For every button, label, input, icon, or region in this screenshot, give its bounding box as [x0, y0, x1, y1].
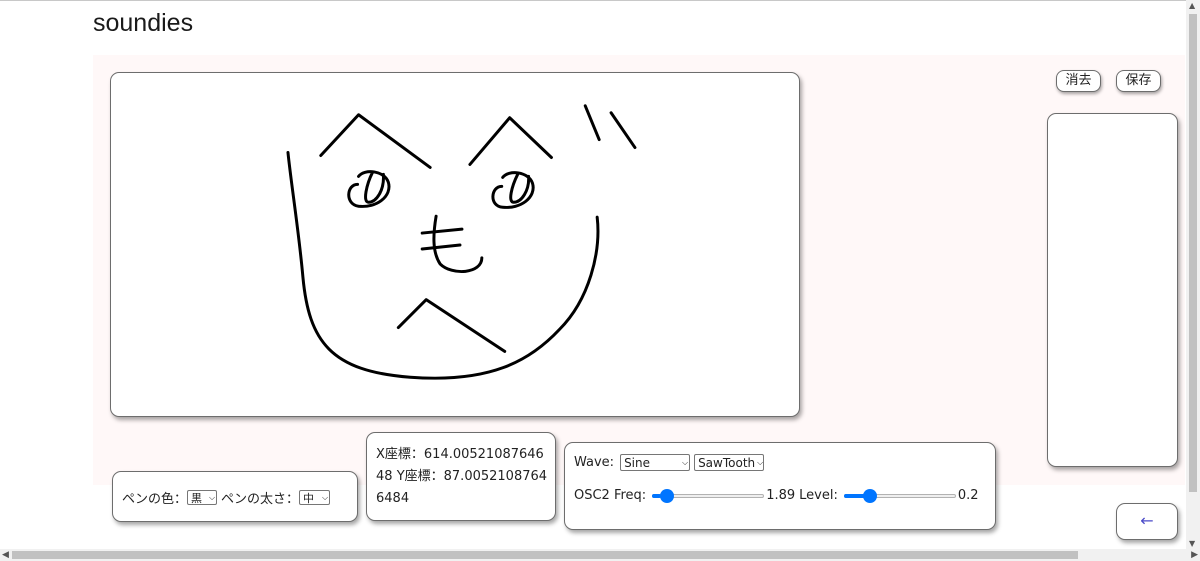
scroll-right-icon[interactable]: ▶ — [1191, 549, 1198, 561]
slider-thumb[interactable] — [863, 488, 878, 503]
osc2-wave-value: SawTooth — [698, 455, 756, 470]
level-label: Level: — [799, 488, 838, 503]
pen-width-value: 中 — [303, 491, 315, 505]
app-title: soundies — [93, 9, 194, 37]
drawing-canvas[interactable] — [110, 72, 800, 417]
scroll-up-icon[interactable]: ▲ — [1189, 1, 1195, 10]
save-button[interactable]: 保存 — [1116, 70, 1161, 92]
chevron-down-icon: ⌵ — [321, 492, 329, 502]
slider-thumb[interactable] — [660, 488, 675, 503]
x-coord-label: X座標： — [376, 447, 424, 462]
pen-color-value: 黒 — [191, 491, 203, 505]
clear-button[interactable]: 消去 — [1056, 70, 1101, 92]
pen-width-select[interactable]: 中 ⌵ — [299, 490, 331, 505]
wave-row: Wave: Sine ⌵ SawTooth ⌵ — [574, 454, 765, 471]
vertical-scrollbar[interactable]: ▲ ▼ — [1186, 0, 1200, 549]
scroll-down-icon[interactable]: ▼ — [1189, 539, 1195, 548]
osc1-wave-select[interactable]: Sine ⌵ — [620, 454, 691, 471]
pen-color-label: ペンの色： — [122, 492, 188, 507]
chevron-down-icon: ⌵ — [681, 457, 689, 467]
saved-drawings-panel — [1047, 113, 1178, 467]
stroke-mouth — [396, 298, 507, 353]
horizontal-scrollbar[interactable]: ◀ ▶ — [0, 549, 1200, 561]
scroll-left-icon[interactable]: ◀ — [2, 549, 9, 561]
stroke-nose-bar-2 — [420, 243, 462, 251]
coordinate-readout: X座標：614.0052108764648 Y座標：87.00521087646… — [376, 444, 551, 510]
stroke-left-brow — [319, 113, 432, 169]
stroke-left-eye — [347, 170, 391, 208]
osc2-freq-label: OSC2 Freq: — [574, 488, 647, 503]
stroke-tuft-1 — [583, 104, 601, 142]
osc2-freq-slider[interactable] — [652, 488, 765, 503]
pen-settings-row: ペンの色： 黒 ⌵ ペンの太さ： 中 ⌵ — [122, 488, 331, 507]
wave-label: Wave: — [574, 455, 615, 470]
level-slider[interactable] — [843, 488, 956, 503]
stroke-tuft-2 — [609, 111, 637, 150]
chevron-down-icon: ⌵ — [208, 492, 216, 502]
y-coord-label: Y座標： — [396, 469, 444, 484]
vertical-scroll-thumb[interactable] — [1189, 14, 1197, 492]
stroke-right-eye — [491, 171, 535, 209]
arrow-left-icon: ← — [1140, 511, 1154, 530]
pen-width-label: ペンの太さ： — [221, 492, 300, 507]
osc2-freq-value: 1.89 — [766, 488, 796, 503]
osc2-wave-select[interactable]: SawTooth ⌵ — [694, 454, 765, 471]
stroke-nose-bar-1 — [420, 227, 464, 235]
synth-panel: Wave: Sine ⌵ SawTooth ⌵ OSC2 Freq: 1.89 … — [564, 442, 996, 530]
stroke-right-brow — [468, 116, 553, 166]
osc1-wave-value: Sine — [624, 455, 651, 470]
pen-color-select[interactable]: 黒 ⌵ — [187, 490, 218, 505]
back-button[interactable]: ← — [1116, 503, 1178, 540]
level-value: 0.2 — [957, 488, 979, 503]
osc2-row: OSC2 Freq: 1.89 Level: 0.2 — [574, 488, 979, 503]
pen-settings-panel: ペンの色： 黒 ⌵ ペンの太さ： 中 ⌵ — [112, 471, 358, 522]
drawing-strokes — [286, 104, 637, 380]
horizontal-scroll-thumb[interactable] — [12, 551, 1078, 559]
chevron-down-icon: ⌵ — [757, 457, 764, 467]
window-top-border — [0, 0, 1200, 1]
coordinate-panel: X座標：614.0052108764648 Y座標：87.00521087646… — [366, 432, 556, 521]
